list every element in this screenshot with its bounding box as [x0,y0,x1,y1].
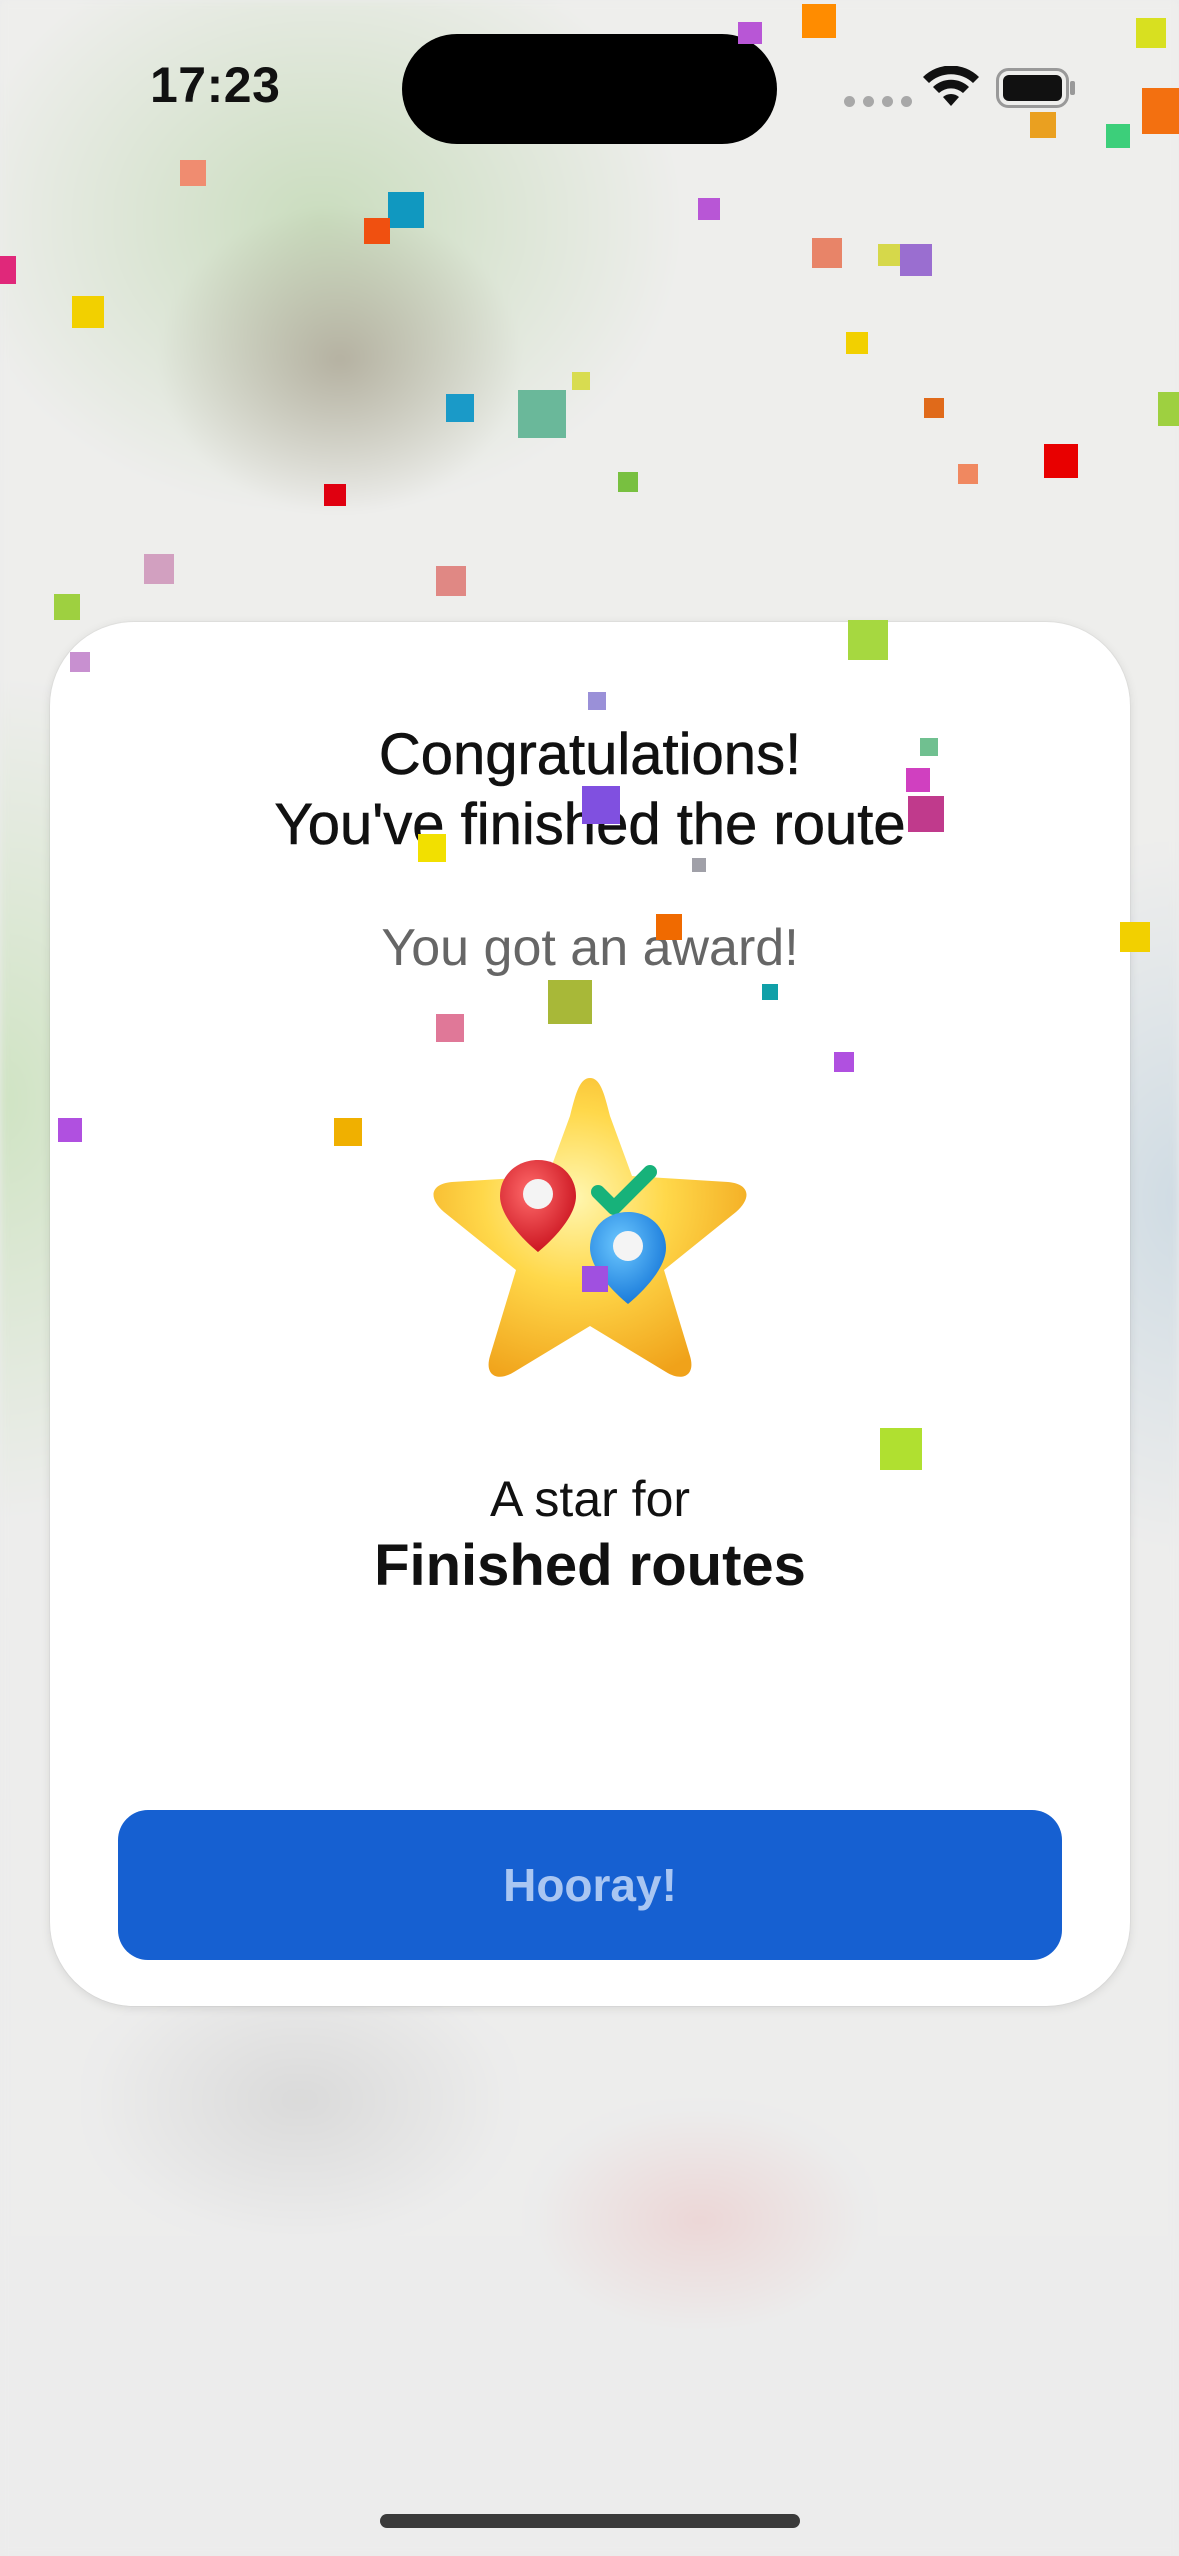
home-indicator[interactable] [380,2514,800,2528]
award-subtitle: You got an award! [381,919,799,977]
award-prefix-text: A star for [489,1471,691,1527]
title-line-2: You've finished the route [274,792,906,858]
status-time: 17:23 [150,57,281,113]
dynamic-island [402,34,777,144]
award-modal-card: Congratulations! You've finished the rou… [50,622,1130,2006]
modal-title: Congratulations! You've finished the rou… [50,720,1130,860]
wifi-icon [923,66,979,106]
battery-icon [996,68,1075,108]
hooray-button-label: Hooray! [503,1859,677,1911]
star-with-map-pins-icon [433,1078,747,1377]
title-line-1: Congratulations! [378,722,802,788]
award-name: Finished routes [374,1533,806,1598]
status-bar: 17:23 [0,0,1179,170]
cellular-signal-icon [844,96,912,107]
hooray-button[interactable]: Hooray! [118,1810,1062,1960]
